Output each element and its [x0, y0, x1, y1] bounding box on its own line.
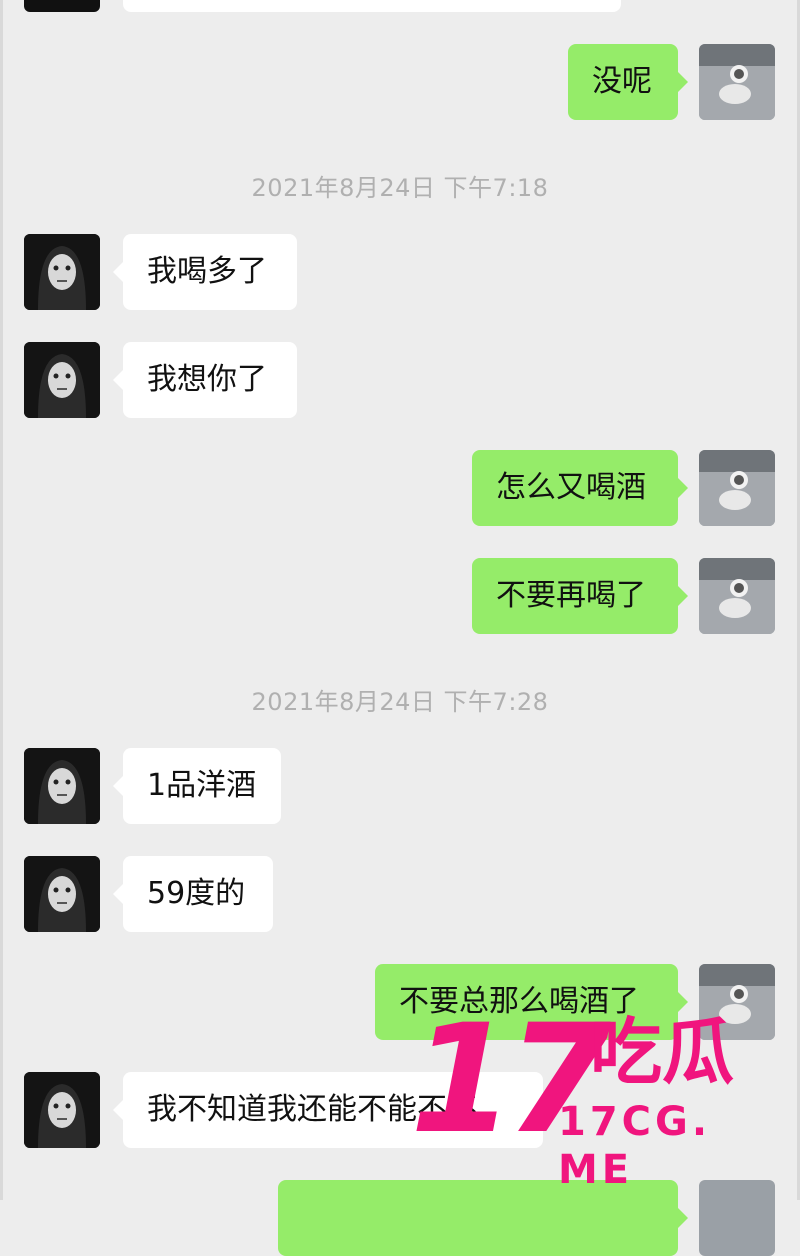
- message-text: 1品洋酒: [147, 768, 257, 803]
- watermark-logo: 17 吃瓜 17CG. ME: [410, 1005, 780, 1193]
- timestamp: 2021年8月24日 下午7:18: [251, 174, 549, 202]
- contact-avatar[interactable]: [24, 234, 100, 310]
- message-text: 没呢: [592, 64, 652, 99]
- user-avatar[interactable]: [699, 450, 775, 526]
- contact-avatar-image: [24, 856, 100, 932]
- user-avatar-image: [699, 44, 775, 120]
- message-text: 59度的: [147, 876, 246, 911]
- contact-avatar-image: [24, 748, 100, 824]
- user-avatar-image: [699, 450, 775, 526]
- contact-avatar-image: [24, 234, 100, 310]
- watermark-url: 17CG. ME: [558, 1099, 712, 1193]
- message-bubble-sent[interactable]: 不要再喝了: [472, 558, 688, 634]
- message-bubble-received[interactable]: 1品洋酒: [113, 748, 281, 824]
- message-text: 不要再喝了: [496, 578, 646, 613]
- message-bubble-sent[interactable]: 没呢: [568, 44, 688, 120]
- timestamp: 2021年8月24日 下午7:28: [251, 688, 549, 716]
- message-bubble-received[interactable]: 我喝多了: [113, 234, 297, 310]
- contact-avatar[interactable]: [24, 0, 100, 12]
- contact-avatar[interactable]: [24, 1072, 100, 1148]
- message-bubble-sent[interactable]: 怎么又喝酒: [472, 450, 688, 526]
- contact-avatar[interactable]: [24, 748, 100, 824]
- contact-avatar-image: [24, 342, 100, 418]
- user-avatar-image: [699, 558, 775, 634]
- message-text: 我喝多了: [147, 254, 267, 289]
- message-bubble-received[interactable]: 我想你了: [113, 342, 297, 418]
- watermark-chinese: 吃瓜: [590, 1010, 735, 1094]
- message-text: 怎么又喝酒: [496, 470, 646, 505]
- message-bubble-received[interactable]: 59度的: [113, 856, 273, 932]
- message-text: 我想你了: [147, 362, 267, 397]
- contact-avatar[interactable]: [24, 342, 100, 418]
- contact-avatar[interactable]: [24, 856, 100, 932]
- message-bubble-partial[interactable]: [123, 0, 621, 12]
- user-avatar[interactable]: [699, 558, 775, 634]
- contact-avatar-image: [24, 1072, 100, 1148]
- user-avatar[interactable]: [699, 44, 775, 120]
